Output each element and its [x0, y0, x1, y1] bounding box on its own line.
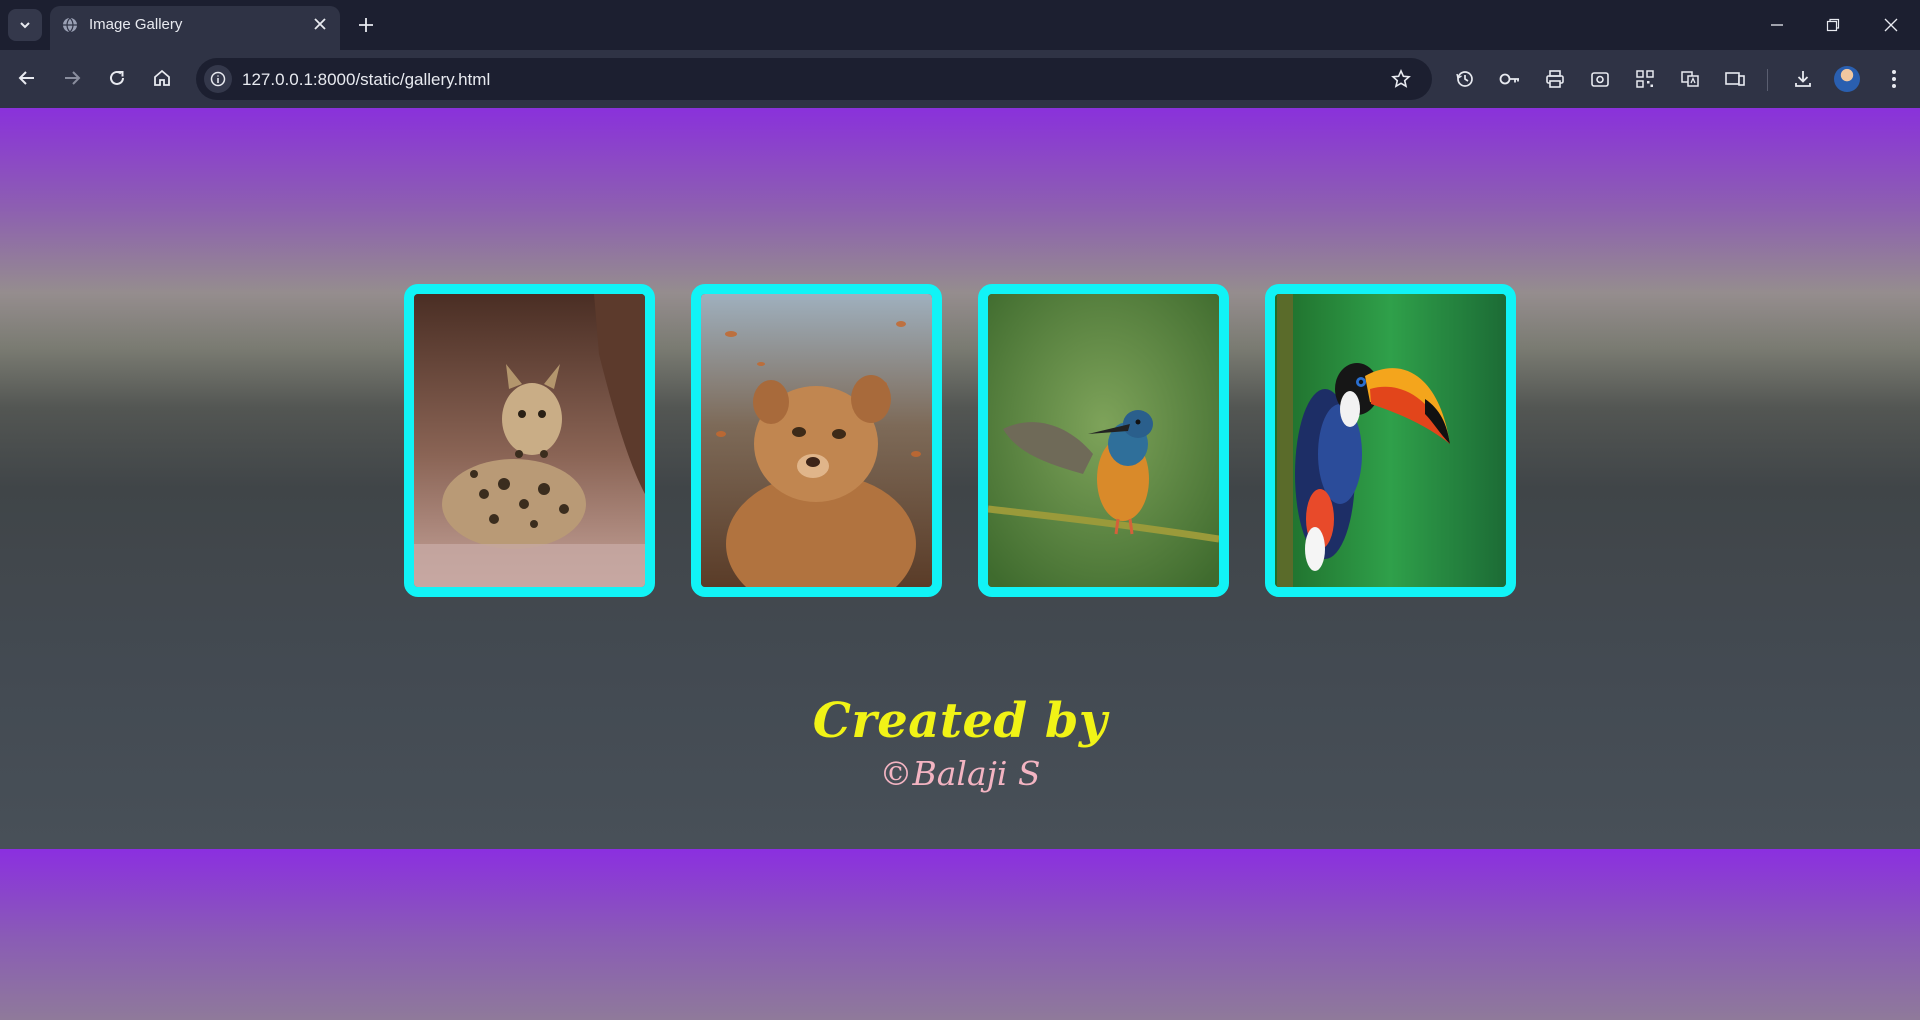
history-icon[interactable]	[1451, 65, 1479, 93]
download-icon[interactable]	[1789, 65, 1817, 93]
tab-title: Image Gallery	[89, 16, 183, 33]
qr-code-icon[interactable]	[1631, 65, 1659, 93]
gallery-image-kingfisher[interactable]	[978, 284, 1229, 597]
info-icon[interactable]	[204, 65, 232, 93]
page-bottom-band	[0, 849, 1920, 1020]
forward-icon[interactable]	[57, 63, 87, 93]
tab-strip: Image Gallery	[0, 0, 1920, 50]
home-icon[interactable]	[147, 63, 177, 93]
credit-author: ©Balaji S	[879, 754, 1041, 793]
gallery-image-toucan[interactable]	[1265, 284, 1516, 597]
key-icon[interactable]	[1496, 65, 1524, 93]
avatar[interactable]	[1834, 66, 1860, 92]
gallery-image-ocelot[interactable]	[404, 284, 655, 597]
minimize-icon[interactable]	[1762, 10, 1792, 40]
restore-icon[interactable]	[1818, 10, 1848, 40]
page-viewport: Created by ©Balaji S	[0, 108, 1920, 1020]
page-body: Created by ©Balaji S	[0, 108, 1920, 849]
credit-title: Created by	[812, 693, 1108, 749]
toolbar-divider	[1767, 69, 1768, 91]
browser-toolbar: 127.0.0.1:8000/static/gallery.html	[0, 50, 1920, 108]
reload-icon[interactable]	[102, 63, 132, 93]
address-bar[interactable]: 127.0.0.1:8000/static/gallery.html	[196, 58, 1432, 100]
screenshot-icon[interactable]	[1586, 65, 1614, 93]
tab-list-icon[interactable]	[8, 9, 42, 41]
more-menu-icon[interactable]	[1880, 65, 1908, 93]
print-icon[interactable]	[1541, 65, 1569, 93]
plus-icon[interactable]	[354, 13, 378, 37]
url-text[interactable]: 127.0.0.1:8000/static/gallery.html	[242, 70, 490, 90]
globe-icon	[62, 17, 78, 33]
star-icon[interactable]	[1390, 68, 1412, 90]
gallery-image-lion-cub[interactable]	[691, 284, 942, 597]
window-close-icon[interactable]	[1876, 10, 1906, 40]
close-icon[interactable]	[310, 14, 330, 34]
translate-icon[interactable]	[1676, 65, 1704, 93]
devices-icon[interactable]	[1721, 65, 1749, 93]
back-icon[interactable]	[12, 63, 42, 93]
image-gallery	[0, 284, 1920, 604]
